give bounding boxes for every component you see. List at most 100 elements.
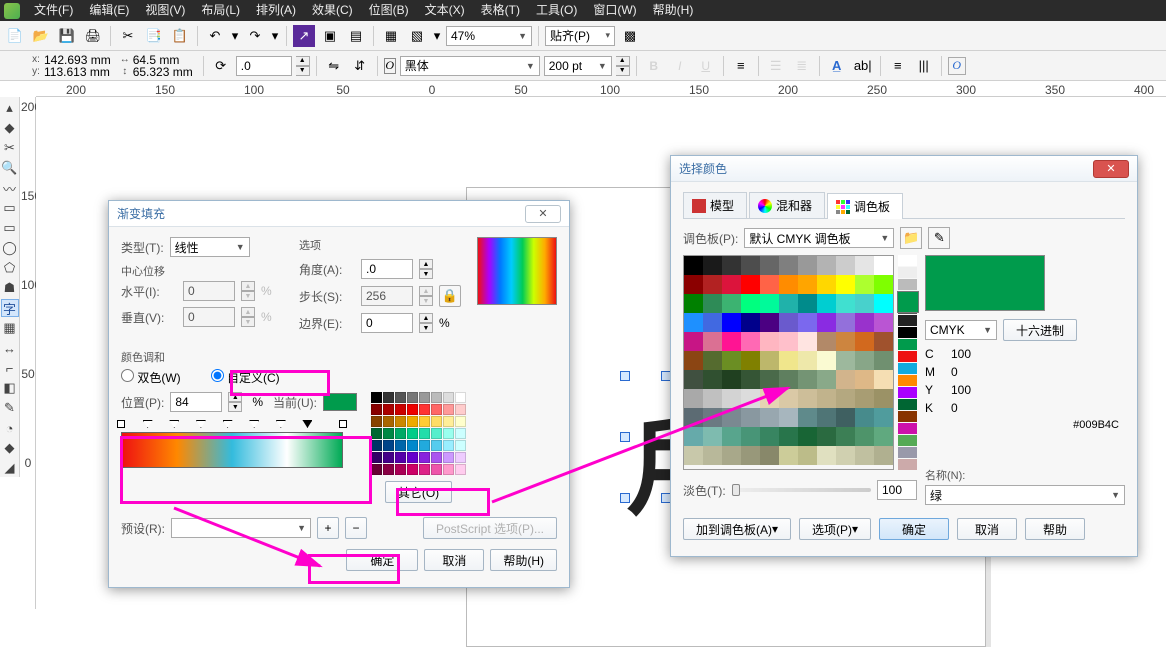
swatch[interactable] [455,440,466,451]
swatch[interactable] [383,392,394,403]
strip-swatch[interactable] [898,435,917,446]
palette-swatch[interactable] [684,408,703,427]
pick-tool[interactable]: ▴ [1,99,19,117]
paste-icon[interactable]: 📋 [169,25,191,47]
swatch[interactable] [383,404,394,415]
gradient-stops-track[interactable] [121,420,343,432]
palette-swatch[interactable] [817,389,836,408]
swatch[interactable] [419,440,430,451]
swatch[interactable] [455,392,466,403]
swatch[interactable] [455,416,466,427]
gradient-stop[interactable] [339,420,347,428]
menu-item[interactable]: 文本(X) [417,0,473,21]
swatch[interactable] [407,416,418,427]
swatch[interactable] [407,392,418,403]
palette-swatch[interactable] [817,294,836,313]
swatch[interactable] [419,452,430,463]
strip-swatch[interactable] [898,339,917,350]
palette-swatch[interactable] [817,446,836,465]
shape-tool[interactable]: ◆ [1,119,19,137]
palette-swatch[interactable] [855,408,874,427]
palette-swatch[interactable] [760,294,779,313]
gradient-stop[interactable] [302,420,312,428]
redo-drop-icon[interactable]: ▾ [270,25,280,47]
swatch[interactable] [371,404,382,415]
palette-swatch[interactable] [741,256,760,275]
swatch[interactable] [407,404,418,415]
swatch[interactable] [407,440,418,451]
palette-grid[interactable] [683,255,894,470]
palette-swatch[interactable] [798,370,817,389]
swatch[interactable] [419,416,430,427]
icon-b[interactable]: ▣ [319,25,341,47]
lock-icon[interactable]: 🔒 [439,285,461,307]
text-tool[interactable]: 字 [1,299,19,317]
palette-swatch[interactable] [760,446,779,465]
palette-swatch[interactable] [836,275,855,294]
palette-swatch[interactable] [741,275,760,294]
rotate-icon[interactable]: ⟳ [210,55,232,77]
two-color-radio[interactable]: 双色(W) [121,369,181,386]
icon-e[interactable]: ▧ [406,25,428,47]
palette-swatch[interactable] [684,446,703,465]
eyedropper-tool[interactable]: ✎ [1,399,19,417]
effects-tool[interactable]: ◧ [1,379,19,397]
columns-icon[interactable]: ||| [913,55,935,77]
dialog-titlebar[interactable]: 选择颜色 ✕ [671,156,1137,182]
palette-swatch[interactable] [855,294,874,313]
other-button[interactable]: 其它(O) [385,481,452,503]
snap-combo[interactable]: 贴齐(P)▾ [545,26,615,46]
palette-swatch[interactable] [684,370,703,389]
gradient-preview-bar[interactable] [121,432,343,468]
palette-swatch[interactable] [836,389,855,408]
palette-swatch[interactable] [703,275,722,294]
swatch[interactable] [395,392,406,403]
palette-swatch[interactable] [741,389,760,408]
strip-swatch[interactable] [898,375,917,386]
palette-swatch[interactable] [703,446,722,465]
palette-swatch[interactable] [741,294,760,313]
palette-swatch[interactable] [703,389,722,408]
palette-swatch[interactable] [874,446,893,465]
flip-h-icon[interactable]: ⇋ [323,55,345,77]
strip-swatch[interactable] [898,255,917,266]
interactive-fill-tool[interactable]: ◢ [1,459,19,477]
gradient-stop[interactable] [143,420,153,428]
swatch[interactable] [443,404,454,415]
eyedropper-icon[interactable]: ✎ [928,227,950,249]
palette-swatch[interactable] [684,351,703,370]
swatch[interactable] [383,464,394,475]
swatch[interactable] [443,440,454,451]
zoom-tool[interactable]: 🔍 [1,159,19,177]
open-file-icon[interactable]: 📁 [900,227,922,249]
palette-swatch[interactable] [874,332,893,351]
icon-g[interactable]: ▩ [619,25,641,47]
palette-swatch[interactable] [722,446,741,465]
palette-swatch[interactable] [741,408,760,427]
tab-palette[interactable]: 调色板 [827,193,903,219]
palette-swatch[interactable] [684,389,703,408]
align-icon[interactable]: ≡ [730,55,752,77]
palette-swatch[interactable] [798,351,817,370]
palette-swatch[interactable] [722,427,741,446]
options-button[interactable]: 选项(P) ▾ [799,518,871,540]
close-icon[interactable]: ✕ [1093,160,1129,178]
small-swatch-grid[interactable] [371,392,466,475]
palette-swatch[interactable] [779,389,798,408]
palette-swatch[interactable] [779,427,798,446]
palette-swatch[interactable] [855,427,874,446]
palette-swatch[interactable] [741,313,760,332]
rect-tool[interactable]: ▭ [1,219,19,237]
cut-icon[interactable]: ✂ [117,25,139,47]
palette-swatch[interactable] [760,427,779,446]
swatch[interactable] [431,392,442,403]
strip-swatch[interactable] [898,267,917,278]
palette-swatch[interactable] [855,313,874,332]
palette-swatch[interactable] [874,427,893,446]
palette-swatch[interactable] [760,256,779,275]
current-color-swatch[interactable] [323,393,357,411]
preset-add-button[interactable]: + [317,517,339,539]
flip-v-icon[interactable]: ⇵ [349,55,371,77]
swatch[interactable] [395,404,406,415]
palette-swatch[interactable] [874,351,893,370]
